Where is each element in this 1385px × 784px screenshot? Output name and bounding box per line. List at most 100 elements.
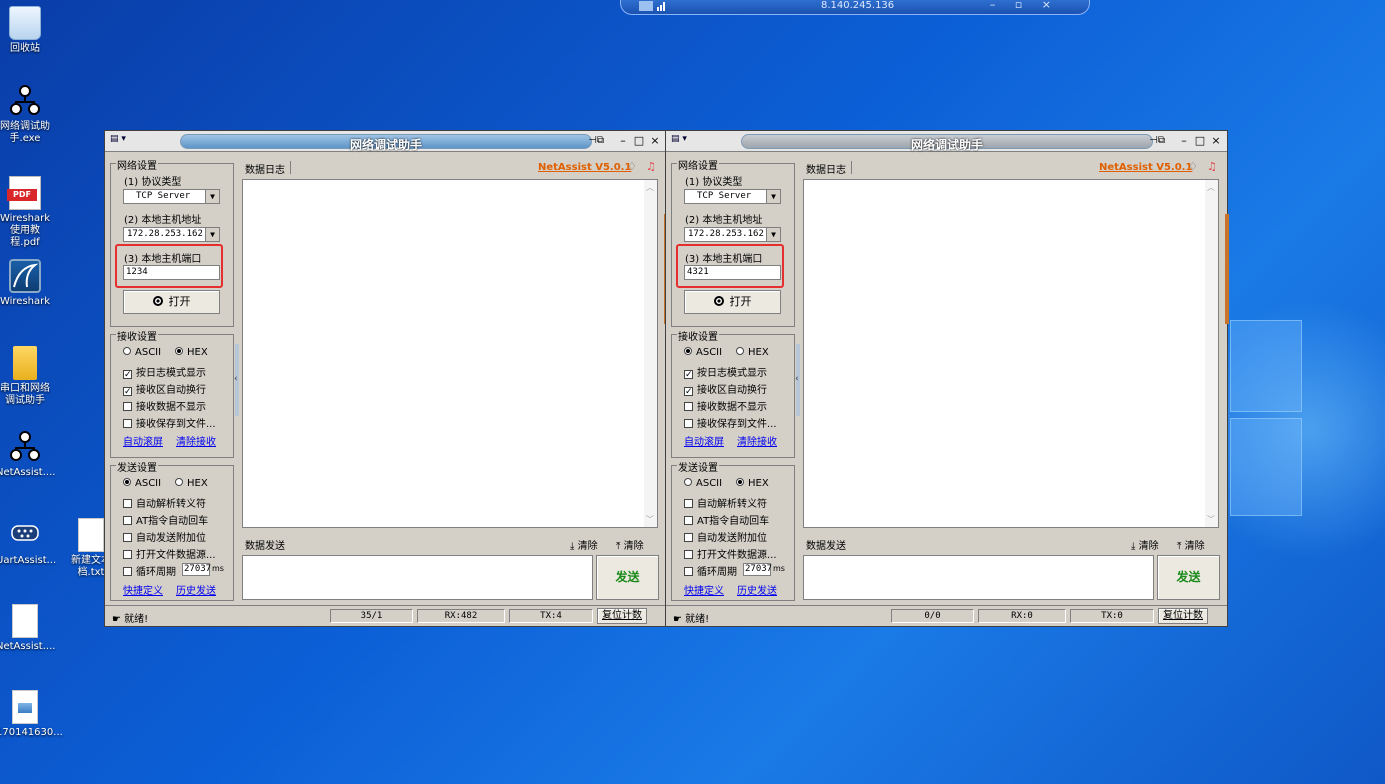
reset-count-button[interactable]: 复位计数 bbox=[1158, 608, 1208, 624]
clear-send-button[interactable]: ⤓ 清除 bbox=[570, 537, 598, 552]
data-log-tab[interactable]: 数据日志 bbox=[245, 161, 291, 176]
save-file-checkbox[interactable]: 接收保存到文件... bbox=[123, 415, 216, 430]
protocol-select[interactable]: TCP Server ▼ bbox=[123, 189, 220, 204]
auto-scroll-link[interactable]: 自动滚屏 bbox=[684, 433, 724, 448]
recv-hex-radio[interactable]: HEX bbox=[175, 347, 208, 358]
auto-wrap-checkbox[interactable]: ✓ 接收区自动换行 bbox=[684, 381, 767, 397]
pin-icon[interactable]: ⊣⧉ bbox=[1149, 135, 1165, 146]
dropdown-arrow-icon[interactable]: ▼ bbox=[766, 228, 780, 241]
data-log-area[interactable]: ︿ ﹀ bbox=[803, 179, 1219, 528]
reset-count-button[interactable]: 复位计数 bbox=[597, 608, 647, 624]
dropdown-arrow-icon[interactable]: ▼ bbox=[205, 228, 219, 241]
recv-ascii-radio[interactable]: ASCII bbox=[123, 347, 161, 358]
maximize-button[interactable]: □ bbox=[1193, 134, 1207, 148]
data-send-tab[interactable]: 数据发送 bbox=[245, 537, 285, 552]
clear-receive-link[interactable]: 清除接收 bbox=[176, 433, 216, 448]
log-scrollbar[interactable]: ︿ ﹀ bbox=[644, 180, 657, 527]
send-ascii-radio[interactable]: ASCII bbox=[684, 478, 722, 489]
cycle-period-input[interactable]: 27037 bbox=[182, 563, 211, 576]
recv-hex-radio[interactable]: HEX bbox=[736, 347, 769, 358]
append-checkbox[interactable]: 自动发送附加位 bbox=[123, 529, 206, 544]
shortcut-link[interactable]: 快捷定义 bbox=[123, 582, 163, 597]
data-log-area[interactable]: ︿ ﹀ bbox=[242, 179, 658, 528]
desktop-icon-folder[interactable]: 串口和网络调试助手 bbox=[0, 346, 54, 407]
desktop-icon-wireshark-pdf[interactable]: PDF Wireshark使用教程.pdf bbox=[0, 176, 54, 249]
pin-icon[interactable]: ⊣⧉ bbox=[588, 135, 604, 146]
desktop-icon-netassist[interactable]: NetAssist.... bbox=[0, 430, 55, 479]
close-button[interactable]: × bbox=[1209, 134, 1223, 148]
panel-splitter[interactable]: ‹ bbox=[795, 344, 800, 416]
brand-link[interactable]: NetAssist V5.0.1 bbox=[1099, 162, 1192, 173]
no-display-checkbox[interactable]: 接收数据不显示 bbox=[684, 398, 767, 413]
open-file-checkbox[interactable]: 打开文件数据源... bbox=[123, 546, 216, 561]
clear-send-button[interactable]: ⤓ 清除 bbox=[1131, 537, 1159, 552]
auto-scroll-link[interactable]: 自动滚屏 bbox=[123, 433, 163, 448]
maximize-button[interactable]: □ bbox=[632, 134, 646, 148]
clear-history-button[interactable]: ⤒ 清除 bbox=[616, 537, 644, 552]
protocol-select[interactable]: TCP Server ▼ bbox=[684, 189, 781, 204]
data-log-tab[interactable]: 数据日志 bbox=[806, 161, 852, 176]
bell-icon[interactable]: ♫ bbox=[646, 160, 656, 173]
diamond-icon[interactable]: ♢ bbox=[1188, 160, 1198, 173]
cycle-period-input[interactable]: 27037 bbox=[743, 563, 772, 576]
scroll-down-icon[interactable]: ﹀ bbox=[1207, 514, 1215, 525]
escape-checkbox[interactable]: 自动解析转义符 bbox=[684, 495, 767, 510]
send-button[interactable]: 发送 bbox=[1157, 555, 1220, 600]
system-menu-icon[interactable]: ▤ ▾ bbox=[110, 134, 140, 148]
send-ascii-radio[interactable]: ASCII bbox=[123, 478, 161, 489]
cycle-checkbox[interactable]: 循环周期 27037 ms bbox=[123, 563, 233, 578]
desktop-icon-nettool-exe[interactable]: 网络调试助手.exe bbox=[0, 84, 54, 145]
network-tool-icon bbox=[9, 430, 41, 464]
dropdown-arrow-icon[interactable]: ▼ bbox=[766, 190, 780, 203]
brand-link[interactable]: NetAssist V5.0.1 bbox=[538, 162, 631, 173]
scroll-down-icon[interactable]: ﹀ bbox=[646, 514, 654, 525]
send-button[interactable]: 发送 bbox=[596, 555, 659, 600]
desktop-icon-uartassist[interactable]: UartAssist... bbox=[0, 518, 56, 567]
log-scrollbar[interactable]: ︿ ﹀ bbox=[1205, 180, 1218, 527]
desktop-icon-image-file[interactable]: 170141630... bbox=[0, 690, 63, 739]
history-link[interactable]: 历史发送 bbox=[737, 582, 777, 597]
desktop-icon-netassist-file[interactable]: NetAssist.... bbox=[0, 604, 55, 653]
checkbox-icon bbox=[123, 533, 132, 542]
scroll-up-icon[interactable]: ︿ bbox=[646, 182, 654, 193]
clear-receive-link[interactable]: 清除接收 bbox=[737, 433, 777, 448]
log-mode-checkbox[interactable]: ✓ 按日志模式显示 bbox=[123, 364, 206, 380]
data-send-tab[interactable]: 数据发送 bbox=[806, 537, 846, 552]
recv-ascii-radio[interactable]: ASCII bbox=[684, 347, 722, 358]
send-input-area[interactable] bbox=[803, 555, 1154, 600]
auto-wrap-checkbox[interactable]: ✓ 接收区自动换行 bbox=[123, 381, 206, 397]
minimize-button[interactable]: – bbox=[616, 134, 630, 148]
send-hex-radio[interactable]: HEX bbox=[175, 478, 208, 489]
system-menu-icon[interactable]: ▤ ▾ bbox=[671, 134, 701, 148]
desktop-icon-recycle-bin[interactable]: 回收站 bbox=[0, 6, 54, 55]
send-hex-radio[interactable]: HEX bbox=[736, 478, 769, 489]
send-input-area[interactable] bbox=[242, 555, 593, 600]
remote-window-controls[interactable]: – ▫ × bbox=[990, 0, 1059, 11]
shortcut-link[interactable]: 快捷定义 bbox=[684, 582, 724, 597]
close-button[interactable]: × bbox=[648, 134, 662, 148]
cycle-checkbox[interactable]: 循环周期 27037 ms bbox=[684, 563, 794, 578]
minimize-button[interactable]: – bbox=[1177, 134, 1191, 148]
escape-checkbox[interactable]: 自动解析转义符 bbox=[123, 495, 206, 510]
open-file-checkbox[interactable]: 打开文件数据源... bbox=[684, 546, 777, 561]
desktop-icon-wireshark[interactable]: Wireshark bbox=[0, 259, 54, 308]
open-button[interactable]: 打开 bbox=[684, 290, 781, 314]
open-button[interactable]: 打开 bbox=[123, 290, 220, 314]
dropdown-arrow-icon[interactable]: ▼ bbox=[205, 190, 219, 203]
log-mode-checkbox[interactable]: ✓ 按日志模式显示 bbox=[684, 364, 767, 380]
panel-splitter[interactable]: ‹ bbox=[234, 344, 239, 416]
append-checkbox[interactable]: 自动发送附加位 bbox=[684, 529, 767, 544]
diamond-icon[interactable]: ♢ bbox=[627, 160, 637, 173]
scroll-up-icon[interactable]: ︿ bbox=[1207, 182, 1215, 193]
at-cr-checkbox[interactable]: AT指令自动回车 bbox=[684, 512, 769, 527]
bell-icon[interactable]: ♫ bbox=[1207, 160, 1217, 173]
history-link[interactable]: 历史发送 bbox=[176, 582, 216, 597]
clear-history-button[interactable]: ⤒ 清除 bbox=[1177, 537, 1205, 552]
window-titlebar[interactable]: ▤ ▾ 网络调试助手 ⊣⧉ – □ × bbox=[666, 131, 1227, 152]
host-address-select[interactable]: 172.28.253.162 ▼ bbox=[123, 227, 220, 242]
window-titlebar[interactable]: ▤ ▾ 网络调试助手 ⊣⧉ – □ × bbox=[105, 131, 666, 152]
host-address-select[interactable]: 172.28.253.162 ▼ bbox=[684, 227, 781, 242]
save-file-checkbox[interactable]: 接收保存到文件... bbox=[684, 415, 777, 430]
at-cr-checkbox[interactable]: AT指令自动回车 bbox=[123, 512, 208, 527]
no-display-checkbox[interactable]: 接收数据不显示 bbox=[123, 398, 206, 413]
